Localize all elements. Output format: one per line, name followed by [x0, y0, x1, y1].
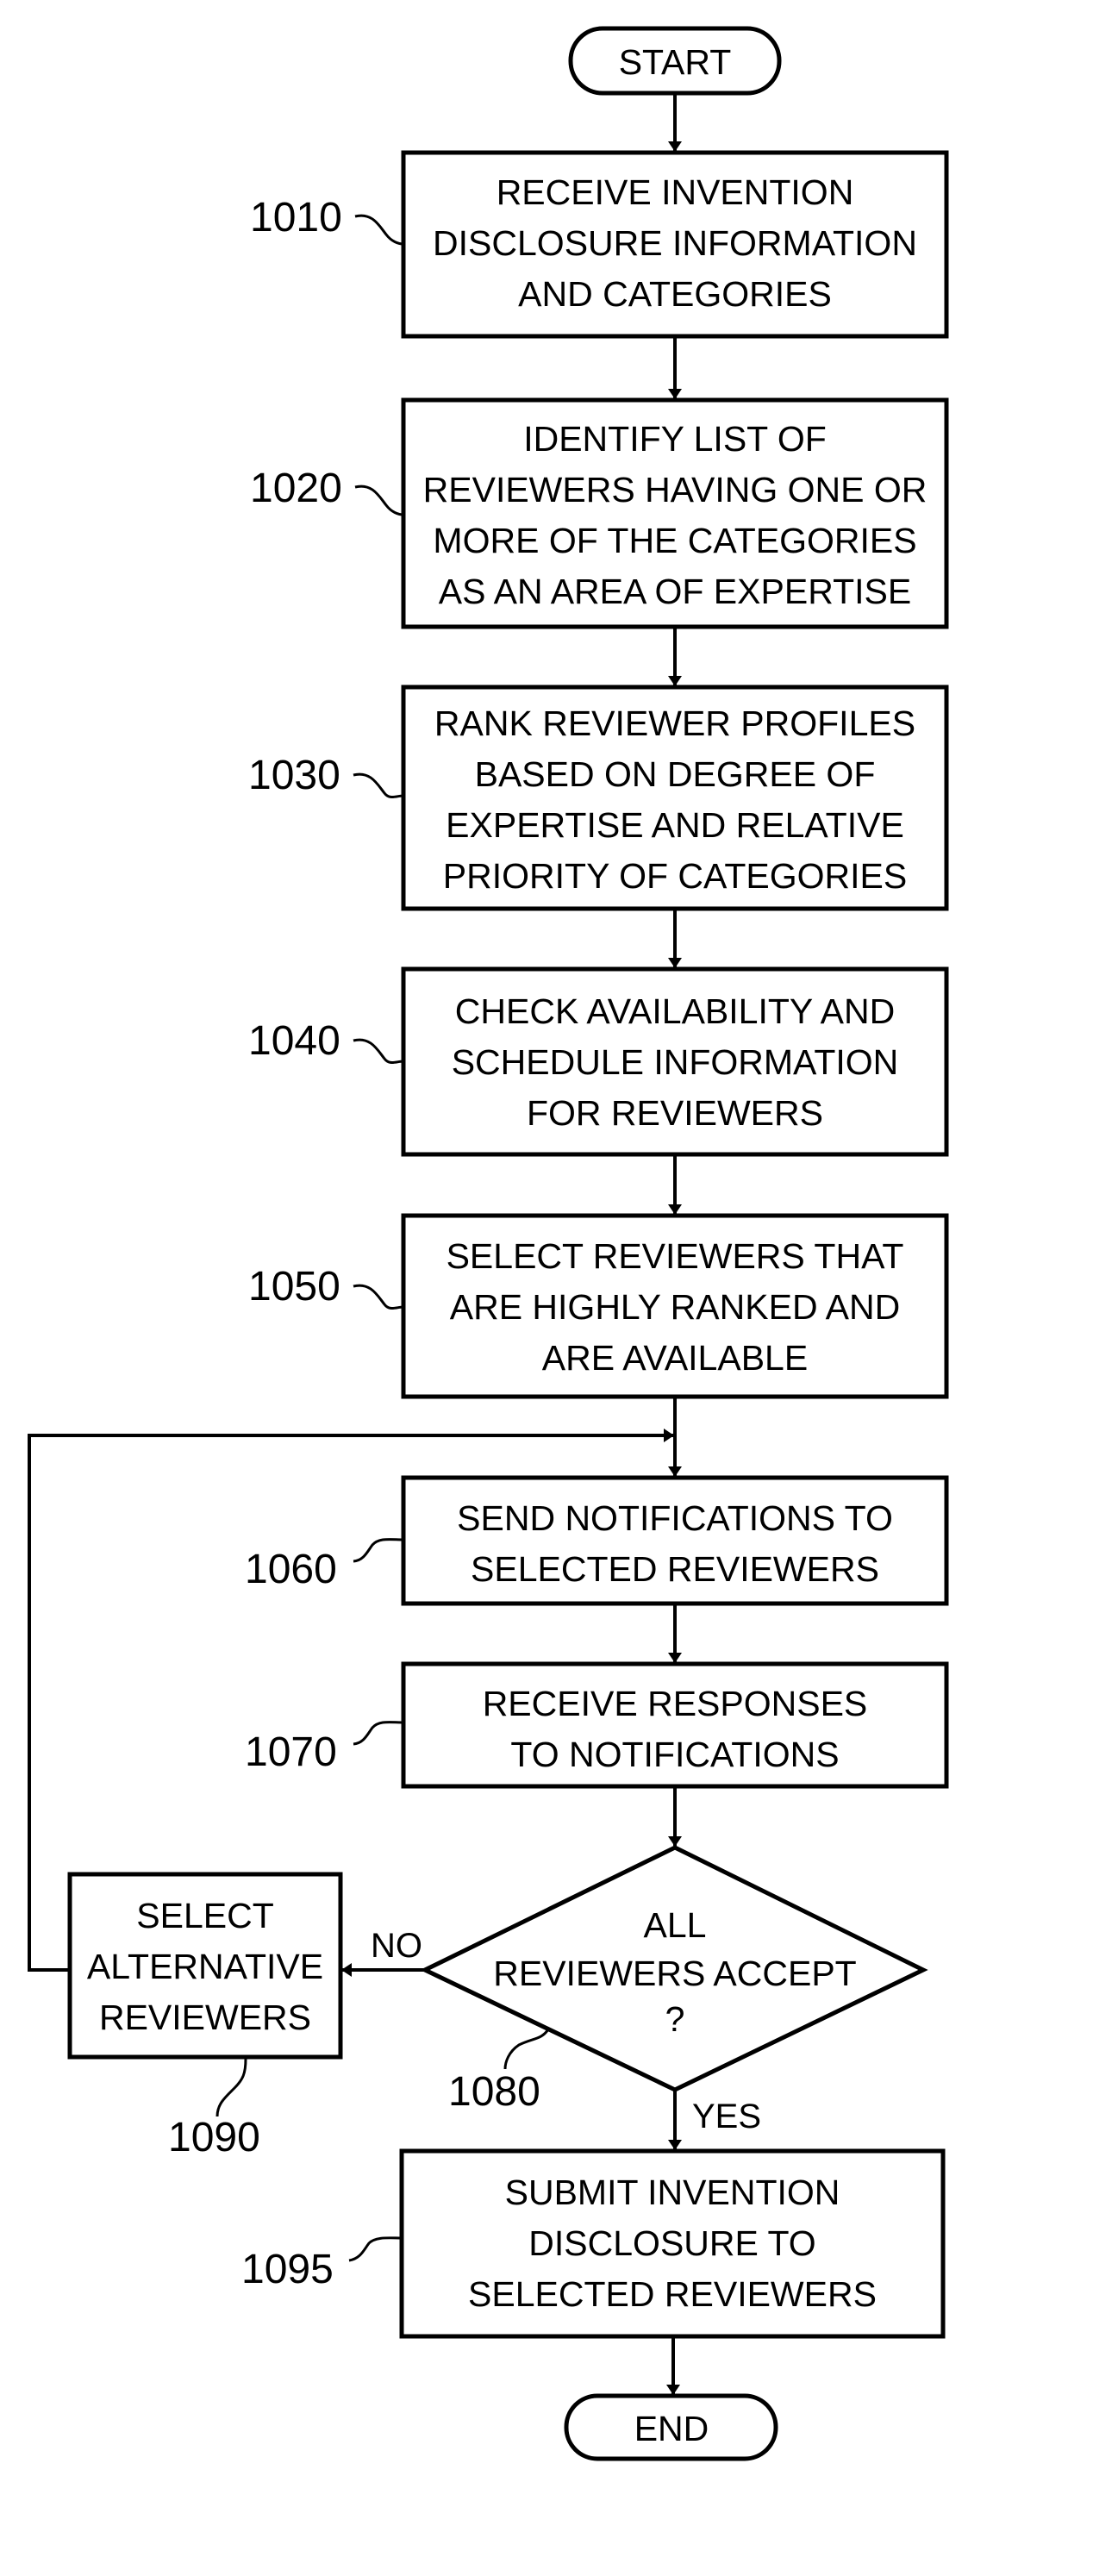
- start-terminal: START: [568, 26, 782, 96]
- reference-numeral: 1040: [248, 1018, 340, 1064]
- step-text-line: SELECTED REVIEWERS: [471, 1549, 879, 1589]
- step-text-line: DISCLOSURE INFORMATION: [433, 223, 917, 263]
- leader-line: [354, 485, 404, 516]
- step-text-line: TO NOTIFICATIONS: [510, 1735, 839, 1774]
- leader-line: [353, 1284, 404, 1310]
- step-1090: SELECT ALTERNATIVE REVIEWERS 1090: [67, 1872, 343, 2160]
- step-text-line: EXPERTISE AND RELATIVE: [446, 805, 904, 845]
- step-text-line: SELECTED REVIEWERS: [468, 2274, 877, 2314]
- decision-text-line: REVIEWERS ACCEPT: [493, 1954, 856, 1993]
- leader-line: [353, 1538, 404, 1563]
- end-terminal: END: [564, 2393, 778, 2461]
- reference-numeral: 1020: [250, 466, 342, 511]
- step-text-line: RANK REVIEWER PROFILES: [434, 703, 915, 743]
- step-1010: RECEIVE INVENTION DISCLOSURE INFORMATION…: [250, 150, 949, 339]
- step-text-line: AND CATEGORIES: [518, 274, 832, 314]
- step-text-line: IDENTIFY LIST OF: [523, 419, 827, 459]
- step-text-line: AS AN AREA OF EXPERTISE: [439, 572, 911, 611]
- reference-numeral: 1010: [250, 195, 342, 241]
- step-text-line: SEND NOTIFICATIONS TO: [457, 1498, 893, 1538]
- step-1050: SELECT REVIEWERS THAT ARE HIGHLY RANKED …: [248, 1213, 949, 1399]
- step-text-line: SELECT REVIEWERS THAT: [447, 1236, 904, 1276]
- leader-line: [348, 2236, 403, 2262]
- step-text-line: ALTERNATIVE: [87, 1947, 323, 1986]
- no-branch-label: NO: [371, 1927, 422, 1965]
- leader-line: [353, 772, 404, 798]
- decision-1080: ALL REVIEWERS ACCEPT ? 1080 NO YES: [371, 1845, 928, 2135]
- leader-line: [503, 2029, 550, 2070]
- start-label: START: [619, 42, 732, 82]
- leader-line: [354, 214, 404, 246]
- step-1095: SUBMIT INVENTION DISCLOSURE TO SELECTED …: [241, 2148, 946, 2339]
- yes-branch-label: YES: [692, 2098, 761, 2135]
- reference-numeral: 1080: [448, 2069, 540, 2115]
- reference-numeral: 1060: [245, 1547, 337, 1592]
- step-1030: RANK REVIEWER PROFILES BASED ON DEGREE O…: [248, 685, 949, 911]
- reference-numeral: 1030: [248, 753, 340, 798]
- step-text-line: ARE HIGHLY RANKED AND: [450, 1287, 901, 1327]
- step-text-line: CHECK AVAILABILITY AND: [455, 991, 895, 1031]
- leader-line: [353, 1038, 404, 1064]
- step-1040: CHECK AVAILABILITY AND SCHEDULE INFORMAT…: [248, 966, 949, 1157]
- step-text-line: SELECT: [136, 1896, 274, 1935]
- leader-line: [215, 2058, 247, 2117]
- step-1070: RECEIVE RESPONSES TO NOTIFICATIONS 1070: [245, 1661, 949, 1789]
- step-text-line: RECEIVE RESPONSES: [483, 1684, 868, 1723]
- step-text-line: SCHEDULE INFORMATION: [452, 1042, 899, 1082]
- reference-numeral: 1070: [245, 1729, 337, 1775]
- reference-numeral: 1050: [248, 1264, 340, 1310]
- step-text-line: SUBMIT INVENTION: [505, 2173, 840, 2212]
- step-text-line: ARE AVAILABLE: [542, 1338, 808, 1378]
- decision-text-line: ALL: [644, 1905, 707, 1945]
- step-text-line: REVIEWERS HAVING ONE OR: [423, 470, 928, 510]
- step-text-line: PRIORITY OF CATEGORIES: [443, 856, 907, 896]
- end-label: END: [634, 2409, 709, 2448]
- step-text-line: BASED ON DEGREE OF: [475, 754, 876, 794]
- step-text-line: FOR REVIEWERS: [527, 1093, 823, 1133]
- step-1020: IDENTIFY LIST OF REVIEWERS HAVING ONE OR…: [250, 397, 949, 629]
- reference-numeral: 1090: [168, 2115, 260, 2160]
- flowchart: START RECEIVE INVENTION DISCLOSURE INFOR…: [28, 26, 949, 2461]
- step-text-line: REVIEWERS: [99, 1998, 311, 2037]
- step-text-line: MORE OF THE CATEGORIES: [433, 521, 916, 560]
- leader-line: [353, 1721, 404, 1746]
- step-text-line: RECEIVE INVENTION: [497, 172, 854, 212]
- step-text-line: DISCLOSURE TO: [528, 2223, 815, 2263]
- reference-numeral: 1095: [241, 2247, 334, 2292]
- step-1060: SEND NOTIFICATIONS TO SELECTED REVIEWERS…: [245, 1475, 949, 1606]
- decision-text-line: ?: [665, 1999, 685, 2039]
